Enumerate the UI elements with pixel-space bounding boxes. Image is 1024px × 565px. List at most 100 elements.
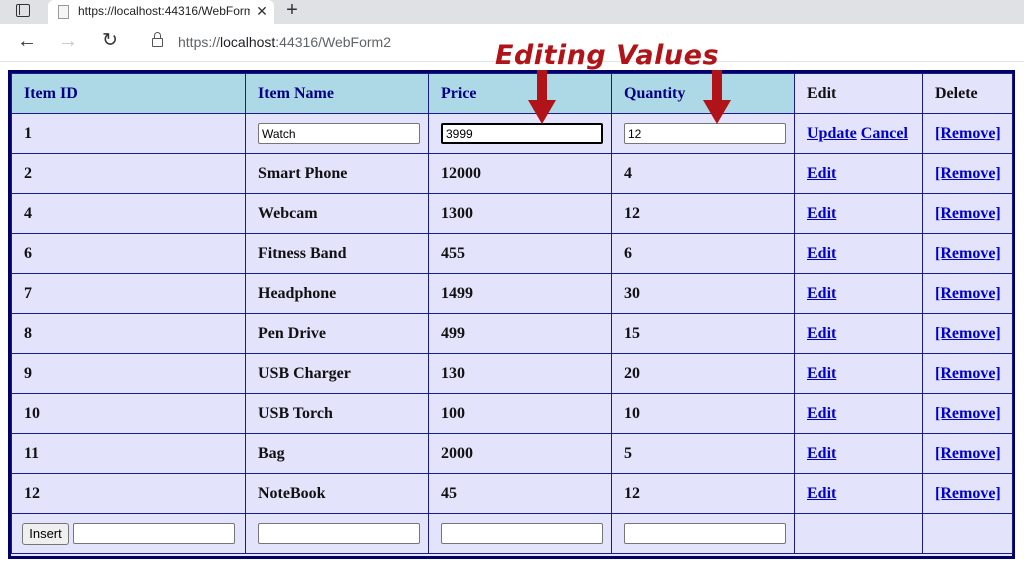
row-price: 455	[428, 233, 612, 274]
url-path: :44316/WebForm2	[275, 34, 391, 50]
table-row: 12 NoteBook 45 12 Edit [Remove]	[11, 473, 1013, 514]
table-row: 2 Smart Phone 12000 4 Edit [Remove]	[11, 153, 1013, 194]
annotation-arrow-price-icon	[528, 70, 556, 124]
cancel-link[interactable]: Cancel	[861, 125, 908, 142]
insert-quantity-cell	[611, 513, 795, 554]
row-price: 130	[428, 353, 612, 394]
browser-tab[interactable]: https://localhost:44316/WebForm ✕	[48, 0, 274, 24]
tab-bar: https://localhost:44316/WebForm ✕ +	[0, 0, 1024, 24]
table-row: 10 USB Torch 100 10 Edit [Remove]	[11, 393, 1013, 434]
edit-link[interactable]: Edit	[807, 445, 836, 462]
close-tab-icon[interactable]: ✕	[254, 2, 270, 20]
remove-link[interactable]: [Remove]	[935, 445, 1001, 462]
remove-link[interactable]: [Remove]	[935, 205, 1001, 222]
header-delete: Delete	[922, 73, 1013, 114]
tab-title: https://localhost:44316/WebForm	[78, 4, 250, 18]
row-edit-cell: Edit	[794, 233, 923, 274]
insert-name-cell	[245, 513, 429, 554]
edit-link[interactable]: Edit	[807, 485, 836, 502]
header-item-id: Item ID	[11, 73, 246, 114]
header-item-name: Item Name	[245, 73, 429, 114]
edit-link[interactable]: Edit	[807, 165, 836, 182]
row-item-name: Headphone	[245, 273, 429, 314]
header-edit: Edit	[794, 73, 923, 114]
edit-link[interactable]: Edit	[807, 285, 836, 302]
row-item-name: USB Torch	[245, 393, 429, 434]
row-price: 100	[428, 393, 612, 434]
insert-row: Insert	[11, 513, 1013, 554]
row-edit-cell: Edit	[794, 153, 923, 194]
url-host: localhost	[220, 34, 276, 50]
header-row: Item ID Item Name Price Quantity Edit De…	[11, 73, 1013, 114]
edit-remove-cell: [Remove]	[922, 113, 1013, 154]
edit-actions-cell: Update Cancel	[794, 113, 923, 154]
row-price: 499	[428, 313, 612, 354]
remove-link[interactable]: [Remove]	[935, 165, 1001, 182]
edit-price-input[interactable]	[441, 123, 603, 144]
back-icon[interactable]: ←	[15, 30, 39, 54]
edit-link[interactable]: Edit	[807, 205, 836, 222]
row-item-name: Webcam	[245, 193, 429, 234]
row-remove-cell: [Remove]	[922, 193, 1013, 234]
row-item-id: 12	[11, 473, 246, 514]
row-item-id: 6	[11, 233, 246, 274]
edit-row-id: 1	[11, 113, 246, 154]
new-tab-icon[interactable]: +	[283, 0, 301, 22]
remove-link[interactable]: [Remove]	[935, 125, 1001, 142]
row-quantity: 12	[611, 193, 795, 234]
edit-row: 1 Update Cancel [Remove]	[11, 113, 1013, 154]
edit-price-cell	[428, 113, 612, 154]
edit-link[interactable]: Edit	[807, 365, 836, 382]
insert-id-input[interactable]	[73, 523, 235, 544]
remove-link[interactable]: [Remove]	[935, 365, 1001, 382]
row-item-id: 7	[11, 273, 246, 314]
remove-link[interactable]: [Remove]	[935, 245, 1001, 262]
url-field[interactable]: https://localhost:44316/WebForm2	[178, 34, 391, 50]
row-price: 12000	[428, 153, 612, 194]
row-item-id: 10	[11, 393, 246, 434]
lock-icon[interactable]	[152, 32, 163, 48]
tab-actions-icon[interactable]	[16, 4, 30, 17]
row-remove-cell: [Remove]	[922, 313, 1013, 354]
row-item-name: Smart Phone	[245, 153, 429, 194]
table-row: 8 Pen Drive 499 15 Edit [Remove]	[11, 313, 1013, 354]
insert-price-cell	[428, 513, 612, 554]
edit-name-cell	[245, 113, 429, 154]
row-item-name: Bag	[245, 433, 429, 474]
edit-link[interactable]: Edit	[807, 325, 836, 342]
remove-link[interactable]: [Remove]	[935, 325, 1001, 342]
row-remove-cell: [Remove]	[922, 393, 1013, 434]
row-quantity: 30	[611, 273, 795, 314]
row-edit-cell: Edit	[794, 193, 923, 234]
row-item-name: Fitness Band	[245, 233, 429, 274]
row-edit-cell: Edit	[794, 473, 923, 514]
forward-icon[interactable]: →	[56, 30, 80, 54]
remove-link[interactable]: [Remove]	[935, 485, 1001, 502]
edit-quantity-input[interactable]	[624, 123, 786, 144]
reload-icon[interactable]: ↻	[98, 30, 122, 54]
insert-quantity-input[interactable]	[624, 523, 786, 544]
insert-price-input[interactable]	[441, 523, 603, 544]
row-quantity: 15	[611, 313, 795, 354]
row-price: 1300	[428, 193, 612, 234]
row-remove-cell: [Remove]	[922, 153, 1013, 194]
insert-name-input[interactable]	[258, 523, 420, 544]
row-item-id: 8	[11, 313, 246, 354]
row-edit-cell: Edit	[794, 273, 923, 314]
row-item-name: Pen Drive	[245, 313, 429, 354]
update-link[interactable]: Update	[807, 125, 857, 142]
remove-link[interactable]: [Remove]	[935, 285, 1001, 302]
row-item-id: 11	[11, 433, 246, 474]
table-row: 11 Bag 2000 5 Edit [Remove]	[11, 433, 1013, 474]
header-price: Price	[428, 73, 612, 114]
row-item-id: 9	[11, 353, 246, 394]
insert-empty-edit	[794, 513, 923, 554]
edit-link[interactable]: Edit	[807, 245, 836, 262]
remove-link[interactable]: [Remove]	[935, 405, 1001, 422]
edit-link[interactable]: Edit	[807, 405, 836, 422]
insert-id-cell: Insert	[11, 513, 246, 554]
edit-name-input[interactable]	[258, 123, 420, 144]
row-remove-cell: [Remove]	[922, 473, 1013, 514]
insert-button[interactable]: Insert	[22, 522, 69, 545]
row-quantity: 20	[611, 353, 795, 394]
